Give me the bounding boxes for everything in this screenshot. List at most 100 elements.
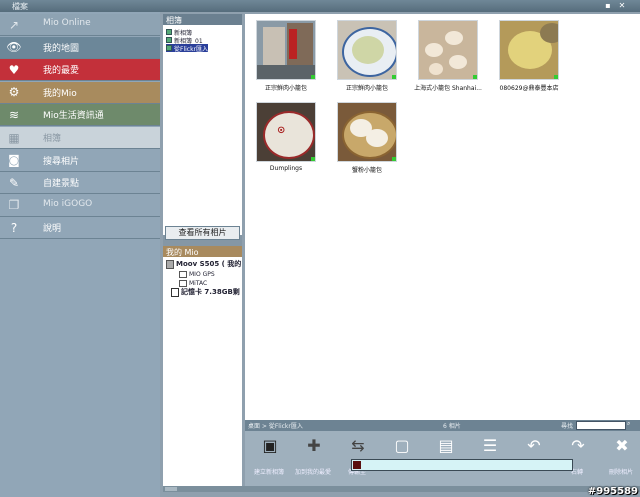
sidebar-item-label: 搜尋相片 [43,156,80,167]
my-mio-header: 我的 Mio [163,246,242,257]
close-icon[interactable]: ✕ [618,1,626,10]
delete-photo-icon: ✖ [615,436,629,455]
sidebar-item-label: 自建景點 [43,179,80,190]
sidebar-item-label: 我的地圖 [43,43,80,54]
photo-thumbnail[interactable] [499,20,559,80]
photo-count: 6 相片 [443,423,461,430]
progress-marker [353,461,361,469]
album-list: 新相簿 新相簿_01 從Flickr匯入 [163,25,242,235]
memory-card-row[interactable]: 記憶卡 7.38GB剩 [171,287,240,297]
transfer-progress-bar [351,459,573,471]
minimize-icon[interactable]: ▪ [604,1,612,10]
sidebar-item-4[interactable]: ≋ Mio生活資訊通 [0,104,160,127]
slideshow-icon: ▤ [438,436,454,455]
photo-thumbnail[interactable] [418,20,478,80]
photo-thumbnail[interactable] [337,102,397,162]
window-title: 檔案 [12,2,28,11]
toolbar-button-5[interactable]: ☰ [471,434,507,482]
photo-gallery: 正宗鮮肉小籠包 正宗鮮肉小籠包 上海式小籠包 Shanhai... 080629@鼎泰… [245,14,640,420]
sidebar-item-8[interactable]: ❐ Mio iGOGO [0,194,160,217]
toolbar-button-7[interactable]: ↷ 右轉 [559,434,595,482]
photo-caption: 蟹粉小籠包 [351,167,382,174]
toolbar-button-8[interactable]: ✖ 刪除相片 [603,434,639,482]
album-icon [166,29,172,35]
folder-row-mitac[interactable]: MiTAC [179,279,207,287]
folder-icon [179,279,187,287]
heart-icon: ♥ [8,62,20,77]
sidebar-item-1[interactable]: 👁 我的地圖 [0,36,160,59]
single-view-icon: ▢ [394,436,410,455]
toolbar-button-2[interactable]: ⇆ 傳輸至 [339,434,375,482]
sidebar-item-label: Mio生活資訊通 [43,111,104,122]
eye-icon: 👁 [6,40,22,55]
album-item-label: 從Flickr匯入 [174,45,209,53]
transfer-icon: ⇆ [351,436,365,455]
sidebar-item-2[interactable]: ♥ 我的最愛 [0,59,160,82]
view-all-photos-button[interactable]: 查看所有相片 [165,226,240,240]
device-icon [166,259,174,269]
toolbar: ▣ 建立新相簿 ✚ 加到我的最愛 ⇆ 傳輸至 ▢ ▤ ☰ ↶ ↷ 右轉 ✖ 刪除相片 [245,431,640,486]
photo-thumbnail[interactable] [337,20,397,80]
album-icon: ▦ [8,130,20,145]
search-label: 尋找 [561,423,574,430]
album-icon [166,37,172,43]
sidebar-item-3[interactable]: ⚙ 我的Mio [0,81,160,104]
watermark: #995589 [587,486,638,497]
sidebar-item-5[interactable]: ▦ 相簿 [0,127,160,149]
photo-caption: 上海式小籠包 Shanhai... [414,85,482,92]
album-icon [166,45,172,51]
album-header: 相簿 [163,14,242,25]
toolbar-button-3[interactable]: ▢ [383,434,419,482]
album-item[interactable]: 從Flickr匯入 [166,44,209,53]
question-icon: ? [10,220,18,235]
toolbar-button-1[interactable]: ✚ 加到我的最愛 [295,434,331,482]
photo-caption: 正宗鮮肉小籠包 [264,85,307,92]
sidebar-item-label: 我的最愛 [43,66,80,77]
sidebar-item-0[interactable]: ↗ Mio Online [0,14,160,36]
folder-icon [179,270,187,278]
sidebar-item-9[interactable]: ? 說明 [0,217,160,240]
photo-thumbnail[interactable]: ⊙ [256,102,316,162]
add-favorite-icon: ✚ [307,436,321,455]
pin-icon: ✎ [8,175,20,190]
photo-caption: Dumplings [269,165,303,172]
title-bar: 檔案 ▪ ✕ [0,0,640,12]
toolbar-button-label: 加到我的最愛 [294,469,331,476]
toolbar-button-0[interactable]: ▣ 建立新相簿 [251,434,287,482]
album-panel: 相簿 新相簿 新相簿_01 從Flickr匯入 查看所有相片 我的 Mio Moov… [163,14,242,486]
list-view-icon: ☰ [482,436,498,455]
search-input[interactable] [576,421,626,430]
device-tree: Moov S505 ( 我的 MIO GPS MiTAC 記憶卡 7.38GB剩 [163,257,242,486]
book-icon: ❐ [8,198,20,213]
sidebar-item-label: Mio Online [43,18,91,28]
sidebar: ↗ Mio Online 👁 我的地圖 ♥ 我的最愛 ⚙ 我的Mio ≋ Mio生活資訊通 ▦ 相簿 ◙… [0,12,160,497]
lifestyle-icon: ≋ [8,107,20,122]
rotate-left-icon: ↶ [527,436,541,455]
toolbar-button-4[interactable]: ▤ [427,434,463,482]
photo-caption: 080629@鼎泰豐本店 [499,85,559,92]
sidebar-item-label: 說明 [43,224,62,235]
photo-caption: 正宗鮮肉小籠包 [345,85,388,92]
status-bar: 桌面 > 從Flickr匯入 6 相片 尋找 ⌕ [245,420,640,431]
rotate-right-icon: ↷ [571,436,585,455]
gear-icon: ⚙ [8,85,20,100]
mio-online-icon: ↗ [8,17,20,32]
toolbar-button-6[interactable]: ↶ [515,434,551,482]
folder-row-mio-gps[interactable]: MIO GPS [179,270,215,278]
new-album-icon: ▣ [262,436,278,455]
toolbar-button-label: 建立新相簿 [253,469,284,476]
sidebar-item-label: 我的Mio [43,88,77,99]
camera-icon: ◙ [8,153,20,168]
breadcrumb: 桌面 > 從Flickr匯入 [248,423,303,430]
search-icon[interactable]: ⌕ [627,420,630,428]
horizontal-scrollbar[interactable] [163,486,640,492]
memory-card-icon [171,287,179,297]
device-row[interactable]: Moov S505 ( 我的 [166,259,241,269]
photo-thumbnail[interactable] [256,20,316,80]
sidebar-item-6[interactable]: ◙ 搜尋相片 [0,149,160,172]
toolbar-button-label: 刪除相片 [608,469,633,476]
sidebar-item-label: 相簿 [43,134,62,144]
scroll-thumb[interactable] [165,487,177,491]
sidebar-item-7[interactable]: ✎ 自建景點 [0,172,160,195]
sidebar-item-label: Mio iGOGO [43,198,93,209]
